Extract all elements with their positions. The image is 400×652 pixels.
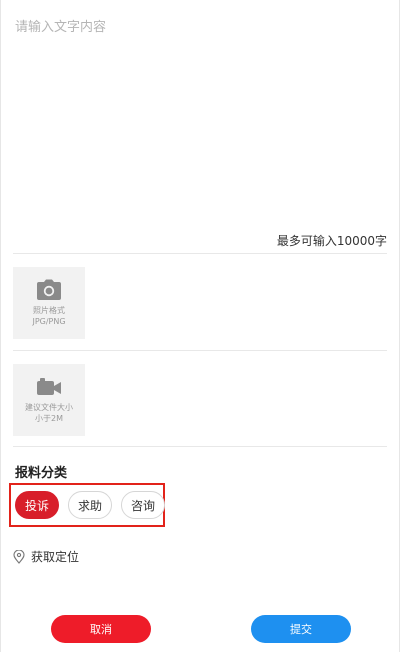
photo-upload-hint: 照片格式 JPG/PNG	[32, 305, 65, 327]
location-pin-icon	[13, 549, 25, 564]
video-upload-button[interactable]: 建议文件大小 小于2M	[13, 364, 85, 436]
camera-icon	[37, 279, 61, 300]
video-upload-hint: 建议文件大小 小于2M	[25, 402, 73, 424]
category-option-help[interactable]: 求助	[68, 491, 112, 519]
cancel-button[interactable]: 取消	[51, 615, 151, 643]
divider	[13, 253, 387, 254]
video-camera-icon	[37, 378, 61, 395]
photo-upload-button[interactable]: 照片格式 JPG/PNG	[13, 267, 85, 339]
category-section-title: 报料分类	[15, 466, 68, 481]
content-textarea[interactable]	[15, 14, 391, 234]
location-label: 获取定位	[31, 550, 80, 564]
submit-button[interactable]: 提交	[251, 615, 351, 643]
photo-format-value: JPG/PNG	[32, 317, 66, 326]
get-location-button[interactable]: 获取定位	[13, 548, 79, 565]
category-option-inquiry[interactable]: 咨询	[121, 491, 165, 519]
report-form-page: 最多可输入10000字 照片格式 JPG/PNG 建议文件大小 小于2M 报料分…	[0, 0, 400, 652]
divider	[13, 446, 387, 447]
char-limit-hint: 最多可输入10000字	[276, 234, 387, 248]
divider	[13, 350, 387, 351]
category-option-complaint[interactable]: 投诉	[15, 491, 59, 519]
photo-format-label: 照片格式	[33, 306, 65, 315]
video-size-label: 建议文件大小	[25, 403, 73, 412]
video-size-value: 小于2M	[35, 414, 63, 423]
